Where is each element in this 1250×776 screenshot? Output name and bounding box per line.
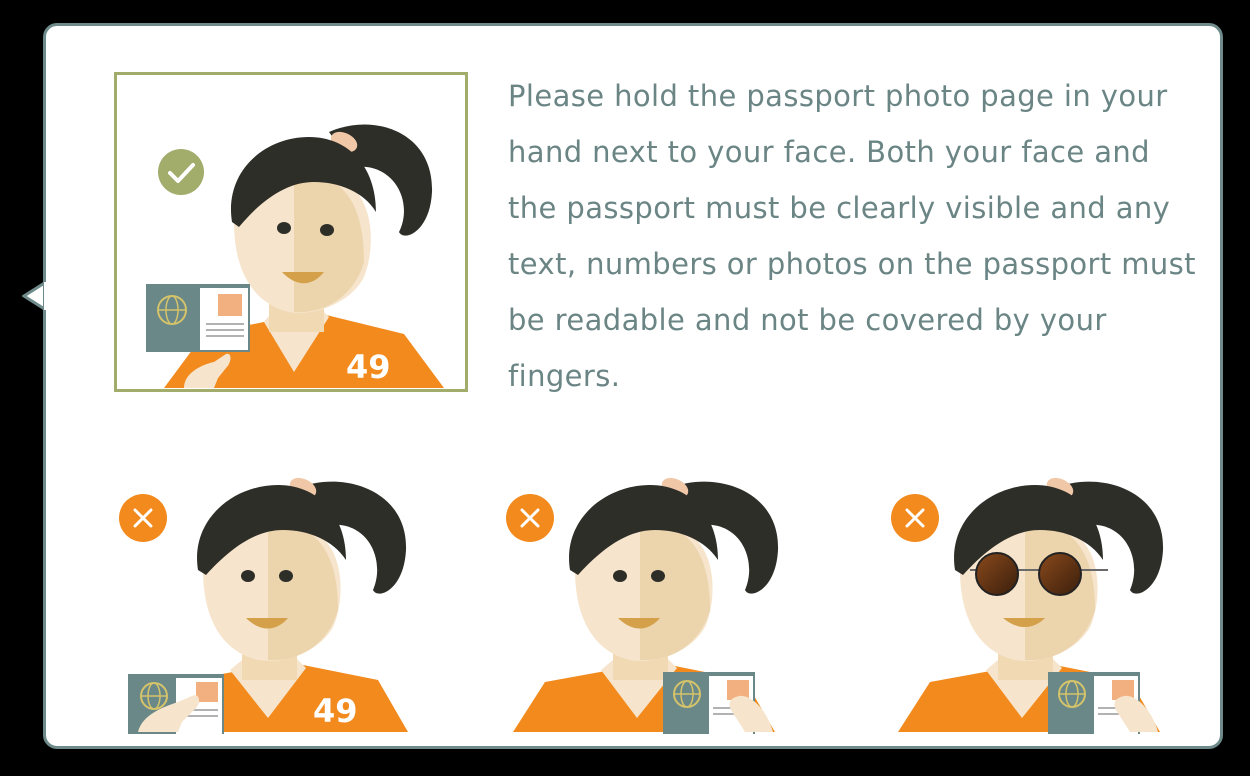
x-icon bbox=[119, 494, 167, 542]
svg-text:49: 49 bbox=[346, 348, 391, 386]
svg-text:49: 49 bbox=[313, 692, 358, 730]
check-icon bbox=[158, 149, 204, 195]
correct-example: 49 bbox=[114, 72, 468, 392]
incorrect-example-covered-passport bbox=[505, 470, 805, 734]
incorrect-example-sunglasses bbox=[890, 470, 1190, 734]
x-icon bbox=[891, 494, 939, 542]
instruction-text: Please hold the passport photo page in y… bbox=[508, 79, 1196, 393]
incorrect-example-covered-text: 49 bbox=[118, 470, 418, 734]
x-icon bbox=[506, 494, 554, 542]
